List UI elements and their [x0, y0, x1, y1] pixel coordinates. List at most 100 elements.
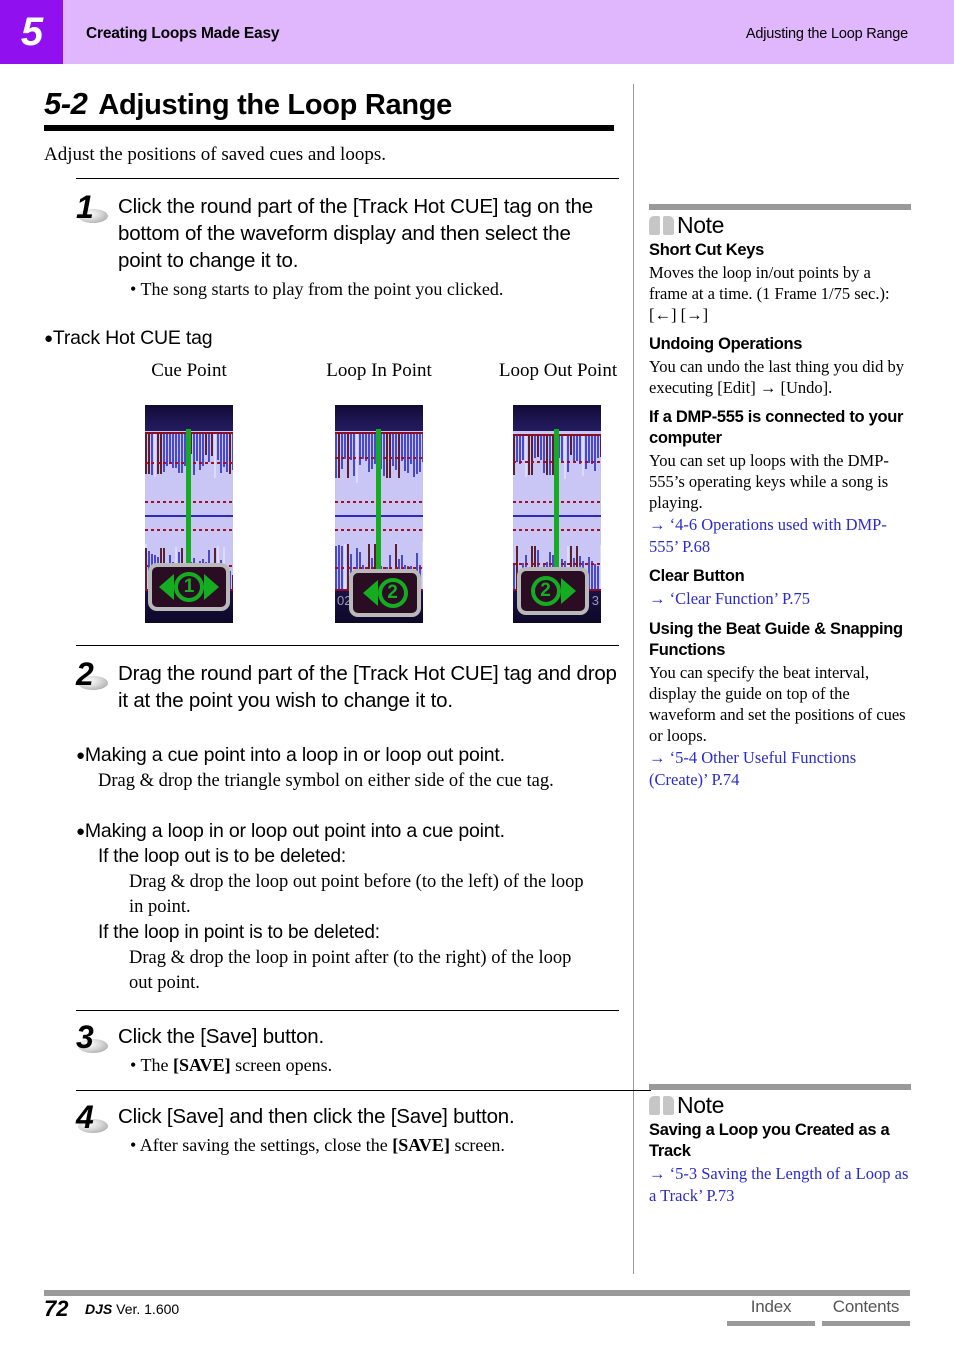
waveform-cue-point: 1	[145, 405, 233, 623]
waveform-bar	[410, 433, 412, 464]
cue-to-loop-text: Drag & drop the triangle symbol on eithe…	[98, 771, 554, 791]
waveform-peak-marker	[338, 433, 340, 478]
waveform-bar	[525, 435, 527, 477]
divider-above-step-3	[76, 1010, 619, 1011]
waveform-bar	[594, 435, 596, 471]
caption-loop-out-point: Loop Out Point	[498, 360, 618, 381]
step-1: 1 Click the round part of the [Track Hot…	[44, 189, 619, 301]
waveform-bar	[395, 433, 397, 470]
waveform-bar	[567, 435, 569, 472]
waveform-peak-marker	[148, 433, 150, 474]
waveform-bar	[549, 435, 551, 475]
page-number: 72	[44, 1296, 69, 1321]
waveform-bar	[193, 433, 195, 475]
cue-triangle-left-icon[interactable]	[362, 580, 378, 606]
caption-loop-in-point: Loop In Point	[326, 360, 432, 381]
note-body-beat-guide: You can specify the beat interval, displ…	[649, 663, 906, 745]
figure-heading-row: ●Track Hot CUE tag	[44, 327, 619, 350]
waveform-bar	[537, 435, 539, 457]
book-page-right	[663, 1096, 674, 1115]
bullet-icon: ●	[44, 330, 53, 347]
book-page-left	[649, 216, 660, 235]
note-link-saving-loop-row: → ‘5-3 Saving the Length of a Loop as a …	[649, 1163, 911, 1206]
waveform-bar	[151, 433, 153, 475]
track-hot-cue-tag[interactable]: 1	[148, 563, 230, 611]
waveform-bar	[588, 435, 590, 463]
waveform-bar	[561, 435, 563, 461]
version-text: Ver. 1.600	[112, 1301, 180, 1317]
cue-triangle-right-icon[interactable]	[560, 578, 576, 604]
left-column: 1 Click the round part of the [Track Hot…	[44, 178, 619, 350]
note-body-dmp555: You can set up loops with the DMP-555’s …	[649, 451, 889, 512]
arrow-right-icon: →	[649, 516, 666, 534]
waveform-bar	[214, 433, 216, 478]
section-heading: Adjusting the Loop Range	[98, 89, 452, 121]
waveform-bar	[226, 433, 228, 472]
bullet-icon: ●	[76, 747, 85, 764]
waveform-peak-marker	[160, 433, 162, 474]
note-link-beat-guide[interactable]: ‘5-4 Other Useful Functions (Create)’ P.…	[649, 748, 856, 789]
waveform-top-dark	[145, 405, 233, 431]
title-underline	[44, 125, 614, 131]
waveform-bar	[211, 433, 213, 456]
page-title: 5-2 Adjusting the Loop Range	[44, 86, 614, 122]
book-page-left	[649, 1096, 660, 1115]
note-header: Note	[649, 212, 911, 239]
waveform-bar	[362, 433, 364, 459]
chapter-number-badge: 5	[0, 0, 63, 64]
step-2: 2 Drag the round part of the [Track Hot …	[44, 656, 619, 714]
cue-marker-circle[interactable]: 2	[530, 576, 561, 606]
bullet-icon: ●	[76, 823, 85, 840]
waveform-top-dark	[335, 405, 423, 431]
waveform-bar	[344, 433, 346, 459]
left-column-lower: 2 Drag the round part of the [Track Hot …	[44, 645, 619, 996]
note-header: Note	[649, 1092, 911, 1119]
loop-out-text-line-2: in point.	[129, 897, 191, 917]
waveform-loop-out-point: 3 2	[513, 405, 601, 623]
waveform-peak-marker	[398, 433, 400, 478]
waveform-peak-marker	[531, 435, 533, 475]
step-2-number: 2	[76, 656, 120, 696]
waveform-bar	[341, 433, 343, 469]
waveform-bar	[407, 433, 409, 473]
note-body-undoing-operations: You can undo the last thing you did by e…	[649, 357, 904, 397]
waveform-bar	[582, 435, 584, 476]
note-link-clear-function[interactable]: ‘Clear Function’ P.75	[670, 589, 810, 608]
page-header: 5 Creating Loops Made Easy Adjusting the…	[0, 0, 954, 64]
footer-index-link[interactable]: Index	[727, 1297, 815, 1326]
step-2-text: Drag the round part of the [Track Hot CU…	[118, 662, 617, 712]
track-hot-cue-tag[interactable]: 2	[349, 569, 421, 617]
note-link-saving-loop[interactable]: ‘5-3 Saving the Length of a Loop as a Tr…	[649, 1164, 908, 1205]
waveform-peak-marker	[389, 433, 391, 478]
waveform-bar	[540, 435, 542, 460]
waveform-peak-marker	[386, 433, 388, 478]
block-cue-to-loop: ●Making a cue point into a loop in or lo…	[76, 744, 619, 794]
loop-in-text-line-2: out point.	[129, 973, 200, 993]
cue-triangle-right-icon[interactable]	[204, 574, 219, 600]
waveform-bar	[404, 433, 406, 471]
step-4: 4 Click [Save] and then click the [Save]…	[44, 1099, 619, 1157]
waveform-bar	[519, 435, 521, 464]
figure-heading: ●Track Hot CUE tag	[44, 327, 213, 349]
divider-above-step-4	[76, 1090, 651, 1091]
arrow-right-icon: →	[649, 590, 666, 608]
step-3-number: 3	[76, 1019, 120, 1059]
note-block-1: Note Short Cut Keys Moves the loop in/ou…	[649, 204, 911, 790]
note-heading-dmp555: If a DMP-555 is connected to your comput…	[649, 408, 904, 447]
waveform-bar	[416, 433, 418, 474]
footer-contents-link[interactable]: Contents	[822, 1297, 910, 1326]
cue-marker-circle[interactable]: 2	[377, 578, 408, 608]
note-link-dmp555[interactable]: ‘4-6 Operations used with DMP-555’ P.68	[649, 515, 887, 556]
cue-marker-circle[interactable]: 1	[174, 572, 204, 602]
track-hot-cue-tag[interactable]: 2	[517, 567, 589, 615]
waveform-bar	[392, 433, 394, 466]
waveform-bar	[513, 565, 515, 591]
arrow-right-icon: →	[649, 1165, 666, 1183]
column-divider	[633, 84, 634, 1274]
cue-triangle-left-icon[interactable]	[159, 574, 174, 600]
book-page-right	[663, 216, 674, 235]
loop-to-cue-heading: ●Making a loop in or loop out point into…	[76, 820, 505, 842]
note-top-rule	[649, 204, 911, 210]
waveform-bar	[516, 435, 518, 462]
waveform-bar	[419, 433, 421, 472]
